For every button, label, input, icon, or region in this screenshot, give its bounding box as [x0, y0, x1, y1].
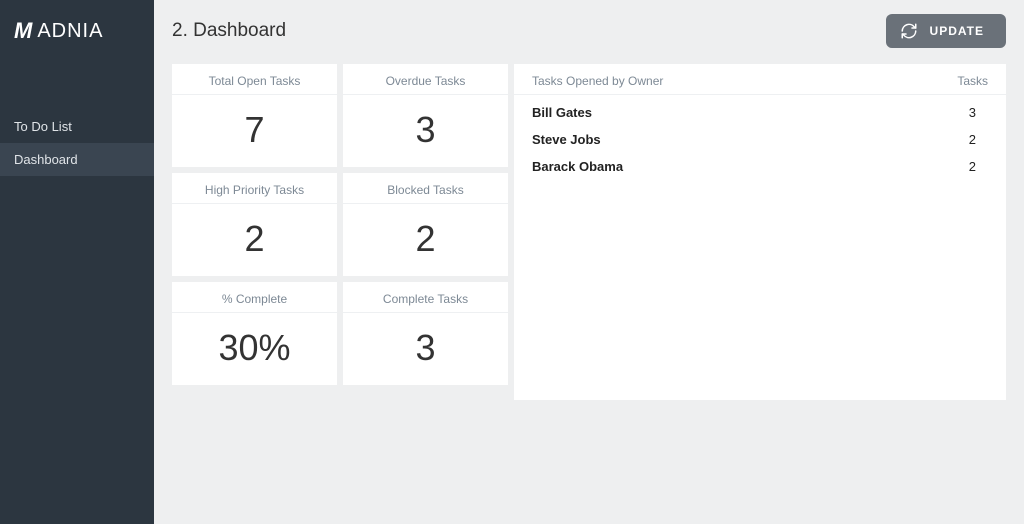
owners-card: Tasks Opened by Owner Tasks Bill Gates 3… [514, 64, 1006, 400]
owner-count: 3 [969, 105, 988, 120]
owner-name: Barack Obama [532, 159, 623, 174]
stat-title: % Complete [172, 282, 337, 313]
owner-count: 2 [969, 132, 988, 147]
owners-header-left: Tasks Opened by Owner [532, 74, 663, 88]
brand-icon: M [14, 18, 29, 44]
stat-value: 2 [172, 204, 337, 260]
stat-high-priority-tasks: High Priority Tasks 2 [172, 173, 337, 276]
stat-value: 3 [343, 313, 508, 369]
sidebar-item-todo[interactable]: To Do List [0, 110, 154, 143]
sidebar-item-dashboard[interactable]: Dashboard [0, 143, 154, 176]
owners-body: Bill Gates 3 Steve Jobs 2 Barack Obama 2 [514, 95, 1006, 184]
stat-title: Overdue Tasks [343, 64, 508, 95]
stat-blocked-tasks: Blocked Tasks 2 [343, 173, 508, 276]
owner-count: 2 [969, 159, 988, 174]
stat-title: Total Open Tasks [172, 64, 337, 95]
brand-logo: M ADNIA [0, 0, 154, 62]
table-row: Barack Obama 2 [532, 153, 988, 180]
stat-total-open-tasks: Total Open Tasks 7 [172, 64, 337, 167]
stat-value: 7 [172, 95, 337, 151]
sidebar-nav: To Do List Dashboard [0, 110, 154, 176]
sidebar: M ADNIA To Do List Dashboard [0, 0, 154, 524]
table-row: Steve Jobs 2 [532, 126, 988, 153]
owner-name: Steve Jobs [532, 132, 601, 147]
page-title: 2. Dashboard [172, 20, 286, 42]
update-button[interactable]: UPDATE [886, 14, 1006, 48]
stat-title: Blocked Tasks [343, 173, 508, 204]
owners-header-right: Tasks [957, 74, 988, 88]
stat-title: Complete Tasks [343, 282, 508, 313]
update-button-label: UPDATE [930, 24, 984, 38]
stats-grid: Total Open Tasks 7 Overdue Tasks 3 High … [172, 64, 508, 385]
stat-value: 3 [343, 95, 508, 151]
content-grid: Total Open Tasks 7 Overdue Tasks 3 High … [172, 64, 1006, 400]
owner-name: Bill Gates [532, 105, 592, 120]
stat-overdue-tasks: Overdue Tasks 3 [343, 64, 508, 167]
stat-value: 2 [343, 204, 508, 260]
stat-title: High Priority Tasks [172, 173, 337, 204]
refresh-icon [900, 22, 918, 40]
table-row: Bill Gates 3 [532, 99, 988, 126]
stat-complete-tasks: Complete Tasks 3 [343, 282, 508, 385]
brand-name: ADNIA [37, 20, 103, 43]
stat-percent-complete: % Complete 30% [172, 282, 337, 385]
main-content: 2. Dashboard UPDATE Total Open Tasks 7 O… [154, 0, 1024, 524]
topbar: 2. Dashboard UPDATE [172, 14, 1006, 48]
owners-header: Tasks Opened by Owner Tasks [514, 64, 1006, 95]
stat-value: 30% [172, 313, 337, 369]
